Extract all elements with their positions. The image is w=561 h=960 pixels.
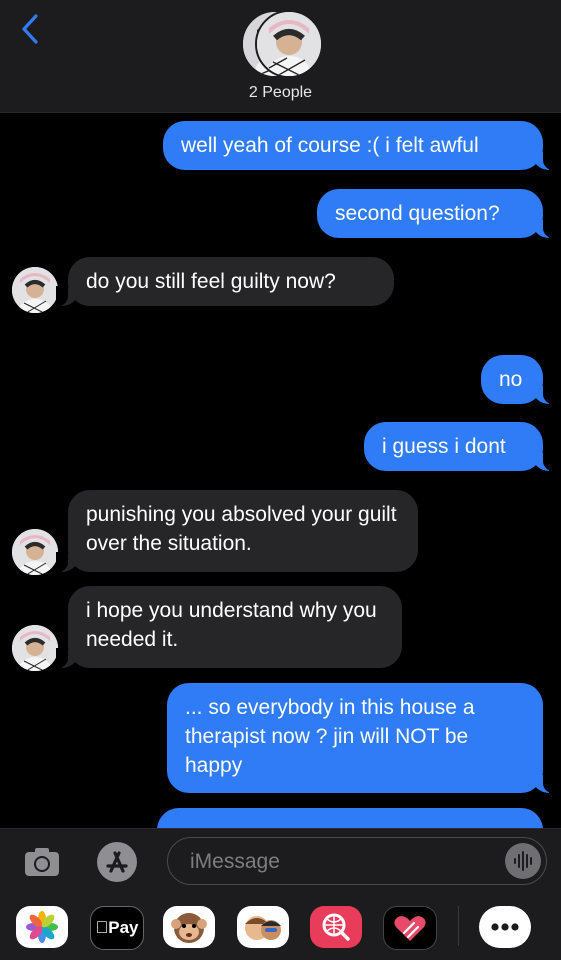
incoming-message[interactable]: punishing you absolved your guilt over t… xyxy=(56,490,418,572)
outgoing-message[interactable]: ... so everybody in this house a therapi… xyxy=(167,683,555,793)
outgoing-message[interactable]: i guess i dont xyxy=(364,422,555,471)
conversation-header: 2 People xyxy=(0,0,561,113)
chevron-left-icon[interactable] xyxy=(14,10,48,48)
message-thread[interactable]: well yeah of course :( i felt awful seco… xyxy=(0,112,561,828)
more-apps-icon[interactable] xyxy=(479,906,531,948)
group-avatars[interactable] xyxy=(241,10,323,78)
outgoing-message-partial[interactable] xyxy=(157,808,543,828)
drawer-divider xyxy=(458,906,459,946)
apple-pay-app-icon[interactable]: Pay xyxy=(90,906,144,950)
web-search-app-icon[interactable] xyxy=(310,906,362,948)
photos-app-icon[interactable] xyxy=(16,906,68,948)
memoji-app-icon[interactable] xyxy=(237,906,289,948)
animoji-app-icon[interactable] xyxy=(163,906,215,948)
app-store-icon[interactable] xyxy=(96,841,138,883)
outgoing-message[interactable]: second question? xyxy=(317,189,555,238)
app-drawer: Pay xyxy=(0,894,561,960)
outgoing-message[interactable]: no xyxy=(481,355,555,404)
outgoing-message[interactable]: well yeah of course :( i felt awful xyxy=(163,121,555,170)
camera-icon[interactable] xyxy=(22,842,62,882)
message-input[interactable] xyxy=(188,846,492,878)
sender-avatar[interactable] xyxy=(12,625,58,671)
sender-avatar[interactable] xyxy=(12,529,58,575)
group-label[interactable]: 2 People xyxy=(0,84,561,102)
sender-avatar[interactable] xyxy=(12,267,58,313)
compose-bar xyxy=(0,828,561,895)
apple-logo-icon:  xyxy=(96,918,109,938)
waveform-icon[interactable] xyxy=(505,843,541,879)
avatar xyxy=(255,10,323,78)
message-input-field[interactable] xyxy=(167,837,547,885)
digital-touch-app-icon[interactable] xyxy=(383,906,437,950)
incoming-message[interactable]: i hope you understand why you needed it. xyxy=(56,586,402,668)
incoming-message[interactable]: do you still feel guilty now? xyxy=(56,257,394,306)
